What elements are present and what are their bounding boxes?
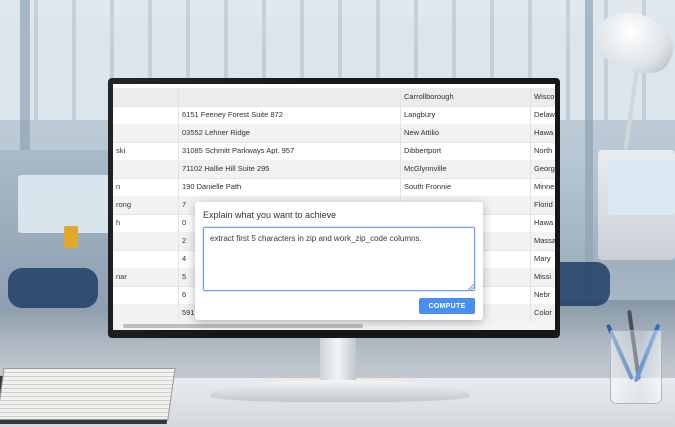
notebook (0, 368, 176, 420)
table-row[interactable]: ski 31085 Schmitt Parkways Apt. 957 Dibber… (113, 142, 555, 161)
table-cell[interactable]: Langbury (401, 106, 531, 124)
table-row[interactable]: 71102 Hallie Hill Suite 295 McGlynnville G… (113, 160, 555, 179)
table-cell[interactable]: 71102 Hallie Hill Suite 295 (179, 160, 401, 178)
table-cell[interactable] (113, 286, 179, 304)
table-cell[interactable]: ski (113, 142, 179, 160)
table-cell[interactable]: Hawa (531, 124, 555, 142)
table-cell[interactable]: Hawa (531, 214, 555, 232)
table-cell[interactable]: North (531, 142, 555, 160)
table-cell[interactable]: Color (531, 304, 555, 322)
monitor-stand-base (210, 380, 470, 402)
table-cell[interactable]: New Attilio (401, 124, 531, 142)
table-cell[interactable] (113, 124, 179, 142)
table-cell[interactable]: Carrollborough (401, 88, 531, 106)
table-cell[interactable]: Dibbertport (401, 142, 531, 160)
office-pillar (585, 0, 593, 300)
prompt-input[interactable] (203, 227, 475, 291)
ai-compute-dialog: Explain what you want to achieve COMPUTE (195, 202, 483, 320)
table-cell[interactable]: 190 Danielle Path (179, 178, 401, 196)
table-cell[interactable] (113, 250, 179, 268)
horizontal-scrollbar[interactable] (113, 322, 555, 330)
table-cell[interactable]: Nebr (531, 286, 555, 304)
table-cell[interactable]: Wisco (531, 88, 555, 106)
table-cell[interactable]: South Fronnie (401, 178, 531, 196)
table-cell[interactable]: Mary (531, 250, 555, 268)
table-cell[interactable] (113, 232, 179, 250)
table-cell[interactable] (113, 88, 179, 106)
table-cell[interactable]: Massa (531, 232, 555, 250)
table-cell[interactable]: rong (113, 196, 179, 214)
table-cell[interactable]: Minne (531, 178, 555, 196)
office-chair (8, 268, 98, 308)
background-monitor (18, 175, 110, 233)
table-cell[interactable] (113, 106, 179, 124)
compute-button[interactable]: COMPUTE (419, 298, 475, 314)
table-cell[interactable]: Delaw (531, 106, 555, 124)
table-cell[interactable]: 03552 Lehner Ridge (179, 124, 401, 142)
table-cell[interactable] (113, 304, 179, 322)
table-cell[interactable]: h (113, 214, 179, 232)
monitor-screen: Carrollborough Wisco 6151 Feeney Forest Su… (113, 84, 555, 330)
table-row[interactable]: 6151 Feeney Forest Suite 872 Langbury Dela… (113, 106, 555, 125)
pen-cup (610, 330, 662, 404)
table-cell[interactable]: McGlynnville (401, 160, 531, 178)
monitor-stand-neck (320, 334, 356, 386)
table-row[interactable]: Carrollborough Wisco (113, 88, 555, 107)
monitor: Carrollborough Wisco 6151 Feeney Forest Su… (108, 78, 560, 338)
table-cell[interactable]: 31085 Schmitt Parkways Apt. 957 (179, 142, 401, 160)
table-cell[interactable]: nar (113, 268, 179, 286)
background-device-screen (608, 160, 675, 215)
scrollbar-thumb[interactable] (123, 324, 363, 328)
resize-grip-icon[interactable] (468, 284, 474, 290)
table-row[interactable]: n 190 Danielle Path South Fronnie Minne (113, 178, 555, 197)
dialog-title: Explain what you want to achieve (203, 210, 337, 220)
table-cell[interactable]: Florid (531, 196, 555, 214)
table-cell[interactable] (179, 88, 401, 106)
table-cell[interactable]: n (113, 178, 179, 196)
table-cell[interactable] (113, 160, 179, 178)
table-row[interactable]: 03552 Lehner Ridge New Attilio Hawa (113, 124, 555, 143)
table-cell[interactable]: 6151 Feeney Forest Suite 872 (179, 106, 401, 124)
table-cell[interactable]: Missi (531, 268, 555, 286)
table-cell[interactable]: Georg (531, 160, 555, 178)
background-object (64, 226, 78, 248)
